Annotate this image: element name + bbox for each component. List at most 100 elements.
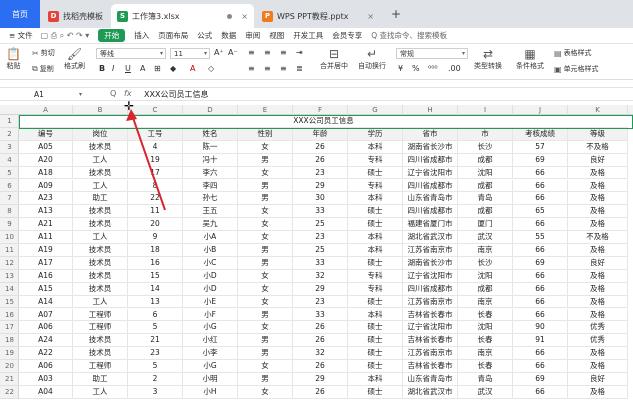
table-cell[interactable]: 25 [293, 218, 348, 232]
table-cell[interactable]: 本科 [348, 244, 403, 257]
copy-button[interactable]: ⧉ 复制 [32, 64, 54, 74]
table-cell[interactable]: 32 [293, 347, 348, 361]
table-cell[interactable]: 57 [513, 140, 568, 154]
table-cell[interactable]: 硕士 [348, 205, 403, 219]
table-cell[interactable]: 助工 [73, 373, 128, 386]
menu-formula[interactable]: 公式 [197, 30, 212, 41]
table-cell[interactable]: 66 [513, 295, 568, 309]
table-cell[interactable]: 专科 [348, 269, 403, 283]
row-header-2[interactable]: 2 [0, 128, 19, 141]
table-cell[interactable]: 沈阳 [458, 269, 513, 283]
table-cell[interactable]: 女 [238, 282, 293, 296]
row-header-20[interactable]: 20 [0, 360, 19, 373]
zoom-icon[interactable]: Q [110, 89, 116, 98]
menu-view[interactable]: 视图 [269, 30, 284, 41]
table-cell[interactable]: A05 [19, 140, 73, 154]
table-cell[interactable]: 江苏省南京市 [403, 347, 458, 361]
table-cell[interactable]: 66 [513, 385, 568, 399]
font-color-icon[interactable]: A [190, 64, 195, 73]
italic-button[interactable]: I [112, 64, 114, 73]
table-cell[interactable]: 男 [238, 308, 293, 322]
table-cell[interactable]: 32 [293, 269, 348, 283]
table-cell[interactable]: A15 [19, 282, 73, 296]
fx-icon[interactable]: fx [124, 89, 132, 98]
table-cell[interactable]: 不及格 [568, 140, 628, 154]
table-cell[interactable]: 女 [238, 321, 293, 335]
table-cell[interactable]: 男 [238, 179, 293, 193]
table-cell[interactable]: 66 [513, 179, 568, 193]
table-cell[interactable]: 冯十 [183, 153, 238, 167]
conditional-format-button[interactable]: ▦ 条件格式 [516, 47, 544, 71]
table-cell[interactable]: 硕士 [348, 347, 403, 361]
table-cell[interactable]: 良好 [568, 256, 628, 270]
column-header-C[interactable]: C [128, 105, 183, 115]
table-cell[interactable]: 技术员 [73, 334, 128, 348]
table-cell[interactable]: 工人 [73, 295, 128, 309]
table-cell[interactable]: 26 [293, 321, 348, 335]
spreadsheet-grid[interactable]: ABCDEFGHIJK 1 2 3 4 5 6 7 8 9 10 11 12 13 14 15 16 17 18 1… [0, 105, 633, 400]
table-cell[interactable]: 66 [513, 192, 568, 206]
table-cell[interactable]: 技术员 [73, 244, 128, 257]
table-cell[interactable]: A13 [19, 205, 73, 219]
file-menu[interactable]: ≡ 文件 [9, 30, 33, 41]
column-header-E[interactable]: E [238, 105, 293, 115]
row-header-9[interactable]: 9 [0, 218, 19, 232]
table-cell[interactable]: 21 [128, 334, 183, 348]
row-header-8[interactable]: 8 [0, 205, 19, 219]
table-cell[interactable]: 小李 [183, 347, 238, 361]
table-cell[interactable]: 及格 [568, 385, 628, 399]
table-cell[interactable]: 4 [128, 140, 183, 154]
table-cell[interactable]: 男 [238, 192, 293, 206]
table-cell[interactable]: 69 [513, 256, 568, 270]
table-cell[interactable]: 技术员 [73, 282, 128, 296]
table-cell[interactable]: 18 [128, 244, 183, 257]
table-cell[interactable]: 23 [293, 166, 348, 180]
table-cell[interactable]: 小C [183, 256, 238, 270]
table-cell[interactable]: 武汉 [458, 385, 513, 399]
table-cell[interactable]: 辽宁省沈阳市 [403, 321, 458, 335]
name-box[interactable]: A1 ▾ [6, 89, 86, 100]
table-cell[interactable]: 四川省成都市 [403, 282, 458, 296]
header-cell[interactable]: 编号 [19, 127, 73, 141]
table-cell[interactable]: 硕士 [348, 218, 403, 232]
row-header-3[interactable]: 3 [0, 141, 19, 154]
row-header-19[interactable]: 19 [0, 347, 19, 361]
table-cell[interactable]: 福建省厦门市 [403, 218, 458, 232]
menu-member[interactable]: 会员专享 [332, 30, 362, 41]
table-cell[interactable]: A06 [19, 360, 73, 373]
table-cell[interactable]: 男 [238, 153, 293, 167]
table-cell[interactable]: 23 [293, 295, 348, 309]
table-cell[interactable]: 工人 [73, 153, 128, 167]
quick-access-toolbar[interactable]: ▢ ⎙ ⌕ ↶ ↷ ▾ [41, 31, 90, 41]
table-cell[interactable]: 29 [293, 179, 348, 193]
wrap-text-button[interactable]: ↵ 自动换行 [358, 47, 386, 71]
table-cell[interactable]: 小A [183, 231, 238, 244]
table-cell[interactable]: 硕士 [348, 295, 403, 309]
indent-icon[interactable]: ⇥ [296, 48, 303, 57]
table-cell[interactable]: 专科 [348, 153, 403, 167]
header-cell[interactable]: 等级 [568, 127, 628, 141]
table-cell[interactable]: 16 [128, 256, 183, 270]
table-cell[interactable]: 及格 [568, 308, 628, 322]
header-cell[interactable]: 考核成绩 [513, 127, 568, 141]
new-tab-button[interactable]: + [391, 7, 401, 21]
table-cell[interactable]: 2 [128, 373, 183, 386]
table-cell[interactable]: 本科 [348, 192, 403, 206]
table-cell[interactable]: 26 [293, 334, 348, 348]
table-cell[interactable]: 女 [238, 218, 293, 232]
table-cell[interactable]: 69 [513, 153, 568, 167]
table-cell[interactable]: 及格 [568, 179, 628, 193]
close-icon[interactable]: × [367, 12, 374, 21]
table-cell[interactable]: A17 [19, 256, 73, 270]
table-cell[interactable]: 女 [238, 140, 293, 154]
table-cell[interactable]: A06 [19, 321, 73, 335]
table-cell[interactable]: 9 [128, 231, 183, 244]
table-cell[interactable]: 武汉 [458, 231, 513, 244]
table-cell[interactable]: 硕士 [348, 360, 403, 373]
table-cell[interactable]: 29 [293, 282, 348, 296]
table-cell[interactable]: 长春 [458, 334, 513, 348]
table-cell[interactable]: 33 [293, 205, 348, 219]
table-cell[interactable]: 青岛 [458, 373, 513, 386]
row-header-22[interactable]: 22 [0, 386, 19, 399]
table-cell[interactable]: 成都 [458, 153, 513, 167]
